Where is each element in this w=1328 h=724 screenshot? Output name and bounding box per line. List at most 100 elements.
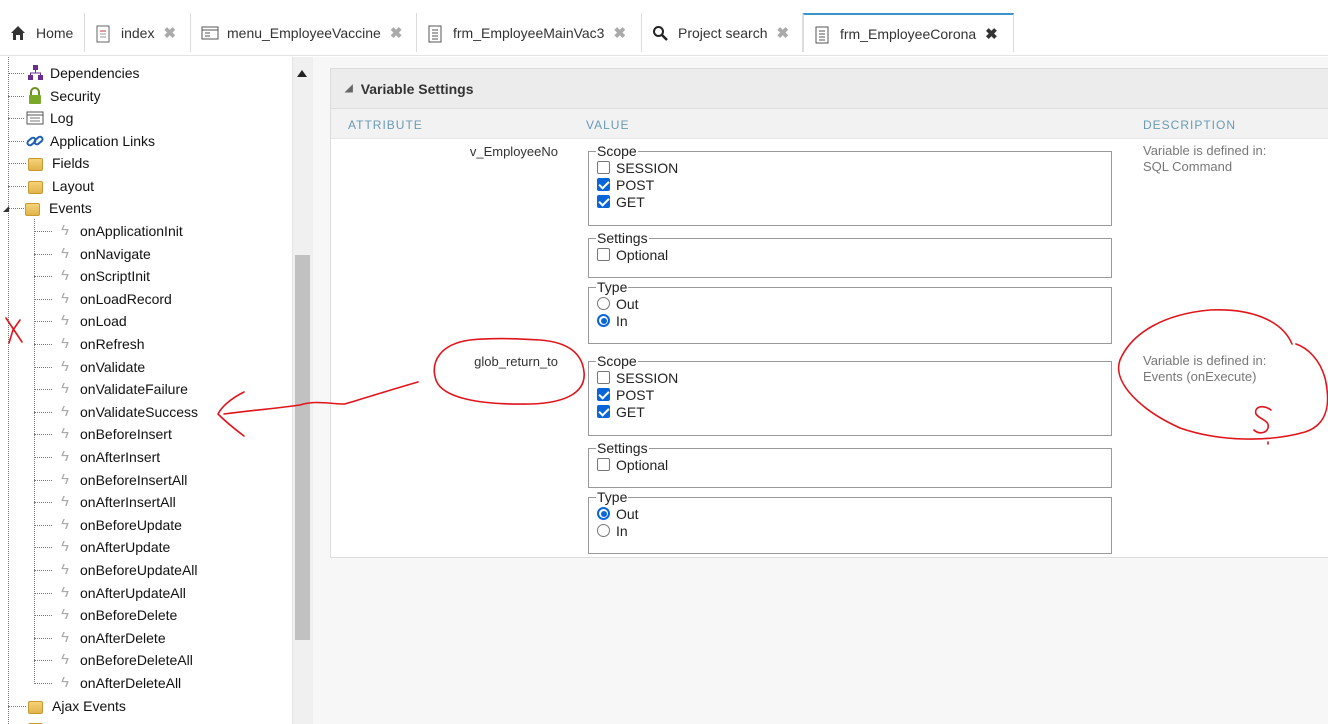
tree-item-events[interactable]: ◢ Events (3, 197, 92, 219)
lightning-icon: ϟ (61, 538, 69, 555)
tab-bar: Home index ✖ menu_EmployeeVaccine ✖ frm_… (0, 0, 1328, 56)
tab-frm-employeecorona[interactable]: frm_EmployeeCorona ✖ (803, 13, 1014, 52)
tree-item-event[interactable]: ϟ onAfterDelete (56, 627, 166, 649)
panel-header[interactable]: ◢ Variable Settings (331, 69, 1328, 109)
tree-connector (34, 615, 52, 616)
tree-item-label: Security (50, 88, 101, 104)
type-in-option[interactable]: In (597, 522, 1103, 539)
close-icon[interactable]: ✖ (390, 24, 403, 42)
scope-get-option[interactable]: GET (597, 403, 1103, 420)
collapse-triangle-icon[interactable]: ◢ (345, 83, 353, 94)
tree-item-security[interactable]: Security (26, 85, 101, 107)
tree-item-label: onAfterInsertAll (80, 494, 176, 510)
tree-item-layout[interactable]: Layout (28, 175, 94, 197)
tree-connector (34, 570, 52, 571)
in-radio[interactable] (597, 524, 610, 537)
lightning-icon: ϟ (61, 606, 69, 623)
close-icon[interactable]: ✖ (985, 25, 998, 43)
get-checkbox[interactable] (597, 195, 610, 208)
tab-frm-employeemainvac3[interactable]: frm_EmployeeMainVac3 ✖ (417, 13, 642, 52)
tree-item-label: onAfterDelete (80, 630, 166, 646)
tree-item-event[interactable]: ϟ onAfterInsertAll (56, 491, 176, 513)
tree-item-event[interactable]: ϟ onBeforeInsertAll (56, 469, 187, 491)
lightning-icon: ϟ (61, 561, 69, 578)
tree-item-label: onScriptInit (80, 268, 151, 284)
tree-item-event[interactable]: ϟ onNavigate (56, 243, 151, 265)
tree-scrollbar[interactable] (292, 57, 313, 724)
tree-item-event[interactable]: ϟ onAfterInsert (56, 446, 160, 468)
tree-item-event[interactable]: ϟ onAfterUpdate (56, 536, 170, 558)
option-label: SESSION (616, 369, 679, 386)
session-checkbox[interactable] (597, 161, 610, 174)
optional-checkbox[interactable] (597, 458, 610, 471)
variable-name: glob_return_to (474, 354, 558, 369)
tab-home[interactable]: Home (0, 13, 85, 52)
tree-item-application-links[interactable]: Application Links (26, 130, 155, 152)
tree-item-event[interactable]: ϟ onAfterDeleteAll (56, 672, 181, 694)
tree-item-dependencies[interactable]: Dependencies (26, 62, 140, 84)
tree-item-ajax-events[interactable]: Ajax Events (28, 695, 126, 717)
tree-item-label: Dependencies (50, 65, 140, 81)
tree-item-event[interactable]: ϟ onApplicationInit (56, 220, 183, 242)
close-icon[interactable]: ✖ (163, 24, 176, 42)
tab-menu-employeevaccine[interactable]: menu_EmployeeVaccine ✖ (191, 13, 417, 52)
tree-item-label: onRefresh (80, 336, 145, 352)
tree-item-label: onAfterDeleteAll (80, 675, 182, 691)
tree-item-log[interactable]: Log (26, 107, 73, 129)
tree-item-fields[interactable]: Fields (28, 152, 89, 174)
out-radio[interactable] (597, 297, 610, 310)
scope-post-option[interactable]: POST (597, 386, 1103, 403)
menu-icon (201, 25, 219, 41)
expand-arrow-icon[interactable]: ◢ (3, 204, 25, 213)
optional-checkbox[interactable] (597, 248, 610, 261)
tree-item-event[interactable]: ϟ onBeforeInsert (56, 423, 172, 445)
tree-item-label: onAfterUpdate (80, 539, 171, 555)
tree-item-event[interactable]: ϟ onBeforeDelete (56, 604, 177, 626)
in-radio[interactable] (597, 314, 610, 327)
type-out-option[interactable]: Out (597, 295, 1103, 312)
variable-description: Variable is defined in: SQL Command (1143, 143, 1266, 175)
tree-item-event[interactable]: ϟ onLoad (56, 310, 127, 332)
lightning-icon: ϟ (61, 471, 69, 488)
tree-item-event[interactable]: ϟ onRefresh (56, 333, 145, 355)
option-label: POST (616, 176, 655, 193)
close-icon[interactable]: ✖ (776, 24, 789, 42)
scope-get-option[interactable]: GET (597, 193, 1103, 210)
tree-item-event[interactable]: ϟ onValidateSuccess (56, 401, 198, 423)
lightning-icon: ϟ (61, 425, 69, 442)
variable-description: Variable is defined in: Events (onExecut… (1143, 353, 1266, 385)
tree-item-event[interactable]: ϟ onBeforeUpdateAll (56, 559, 198, 581)
tree-item-event[interactable]: ϟ onValidateFailure (56, 378, 188, 400)
tab-label: index (121, 24, 155, 41)
tab-index[interactable]: index ✖ (85, 13, 191, 52)
scope-legend: Scope (597, 143, 637, 159)
scope-group: Scope SESSION POST GET (588, 353, 1112, 436)
get-checkbox[interactable] (597, 405, 610, 418)
close-icon[interactable]: ✖ (613, 24, 626, 42)
scope-session-option[interactable]: SESSION (597, 369, 1103, 386)
scrollbar-thumb[interactable] (295, 255, 310, 640)
tab-project-search[interactable]: Project search ✖ (642, 13, 803, 52)
tree-item-event[interactable]: ϟ onScriptInit (56, 265, 150, 287)
type-in-option[interactable]: In (597, 312, 1103, 329)
tree-item-event[interactable]: ϟ onValidate (56, 356, 145, 378)
tree-item-event[interactable]: ϟ onBeforeUpdate (56, 514, 182, 536)
tree-item-event[interactable]: ϟ onLoadRecord (56, 288, 172, 310)
column-header-attribute: ATTRIBUTE (348, 118, 423, 132)
column-header-value: VALUE (586, 118, 630, 132)
optional-option[interactable]: Optional (597, 456, 1103, 473)
option-label: In (616, 312, 628, 329)
session-checkbox[interactable] (597, 371, 610, 384)
scroll-up-arrow-icon[interactable] (297, 70, 307, 77)
tree-item-event[interactable]: ϟ onBeforeDeleteAll (56, 649, 193, 671)
out-radio[interactable] (597, 507, 610, 520)
scope-post-option[interactable]: POST (597, 176, 1103, 193)
post-checkbox[interactable] (597, 178, 610, 191)
tree-item-event[interactable]: ϟ onAfterUpdateAll (56, 582, 186, 604)
optional-option[interactable]: Optional (597, 246, 1103, 263)
post-checkbox[interactable] (597, 388, 610, 401)
type-out-option[interactable]: Out (597, 505, 1103, 522)
option-label: GET (616, 403, 645, 420)
description-line: Variable is defined in: (1143, 143, 1267, 158)
scope-session-option[interactable]: SESSION (597, 159, 1103, 176)
